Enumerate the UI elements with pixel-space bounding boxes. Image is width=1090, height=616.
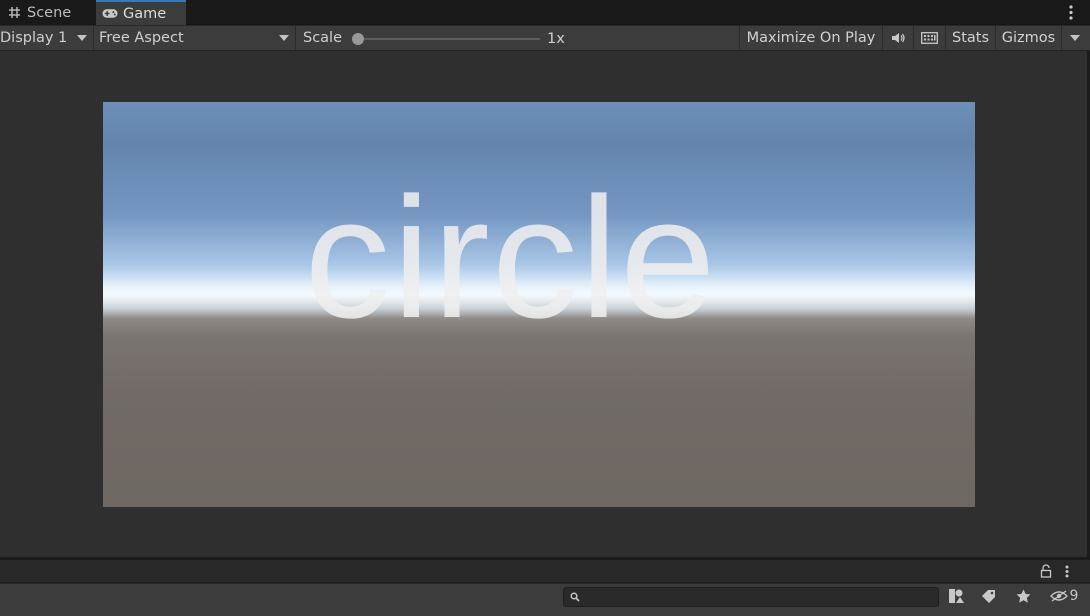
favorites-button[interactable]	[1012, 586, 1034, 606]
mute-audio-button[interactable]	[882, 26, 913, 50]
aspect-dropdown-label: Free Aspect	[99, 30, 184, 46]
tab-bar: Scene Game	[0, 0, 1090, 25]
tag-icon	[982, 590, 995, 603]
scale-slider-thumb[interactable]	[352, 33, 364, 45]
stats-button[interactable]: Stats	[945, 26, 995, 50]
more-options-icon[interactable]	[1069, 5, 1073, 20]
eye-hidden-icon	[1049, 590, 1068, 602]
tab-scene[interactable]: Scene	[0, 0, 93, 25]
search-field[interactable]	[563, 587, 939, 607]
tab-game-label: Game	[123, 5, 167, 22]
speaker-icon	[892, 33, 905, 43]
keyboard-icon	[921, 32, 938, 44]
create-asset-button[interactable]	[946, 586, 968, 606]
chevron-down-icon	[1069, 35, 1080, 41]
hidden-packages-button[interactable]: 9	[1046, 586, 1082, 606]
shapes-icon	[949, 589, 964, 603]
maximize-on-play-button[interactable]: Maximize On Play	[739, 26, 882, 50]
star-icon	[1016, 589, 1030, 603]
tab-scene-label: Scene	[27, 4, 72, 21]
aspect-dropdown[interactable]: Free Aspect	[95, 26, 296, 50]
filter-by-label-button[interactable]	[978, 586, 1000, 606]
search-icon	[570, 592, 580, 602]
bottom-panel-header	[0, 560, 1090, 583]
gamepad-icon	[102, 6, 118, 22]
game-toolbar: Display 1 Free Aspect Scale 1x Maximize …	[0, 26, 1090, 51]
chevron-down-icon	[77, 35, 87, 41]
game-text: circle	[304, 162, 718, 354]
scale-label: Scale	[303, 30, 343, 46]
scale-slider[interactable]	[352, 33, 540, 45]
scale-slider-track[interactable]	[358, 38, 540, 40]
hidden-count: 9	[1069, 588, 1079, 604]
scale-value: 1x	[547, 31, 565, 47]
shortcuts-button[interactable]	[913, 26, 945, 50]
grid-icon	[6, 5, 22, 21]
gizmos-button[interactable]: Gizmos	[995, 26, 1061, 50]
chevron-down-icon	[279, 35, 289, 41]
more-options-icon[interactable]	[1065, 565, 1069, 578]
display-dropdown[interactable]: Display 1	[0, 26, 94, 50]
gizmos-dropdown[interactable]	[1061, 26, 1087, 50]
lock-icon[interactable]	[1040, 564, 1052, 578]
tab-game[interactable]: Game	[96, 0, 186, 25]
display-dropdown-label: Display 1	[0, 30, 68, 46]
game-render[interactable]: circle	[103, 102, 975, 507]
